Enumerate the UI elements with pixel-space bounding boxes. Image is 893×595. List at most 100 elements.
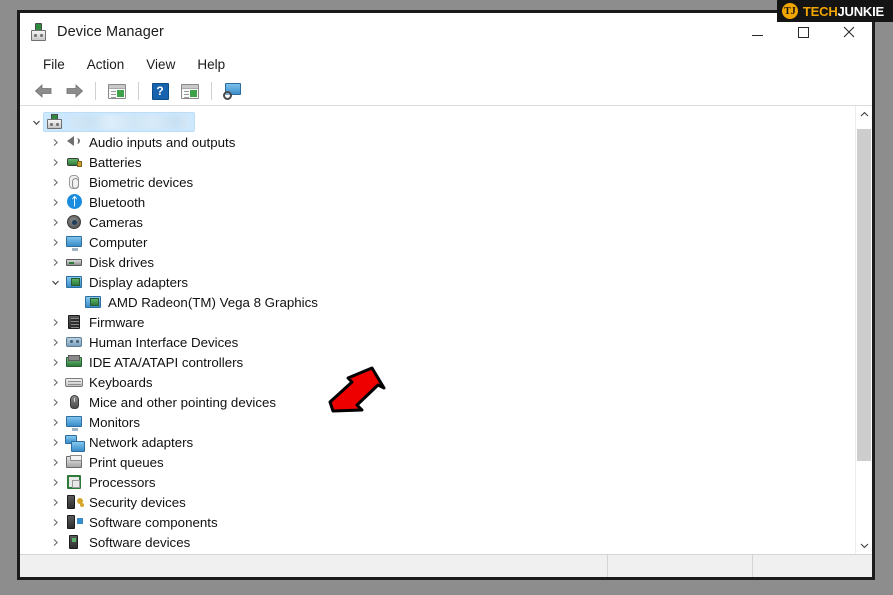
chevron-right-icon[interactable] [47,458,63,467]
tree-item-print-queues[interactable]: Print queues [20,452,855,472]
help-button[interactable]: ? [146,79,174,103]
menu-view[interactable]: View [135,54,186,75]
scrollbar-track[interactable] [856,123,872,537]
chevron-right-icon[interactable] [47,318,63,327]
chevron-right-icon[interactable] [47,378,63,387]
device-tree[interactable]: Audio inputs and outputs Batteries Biome… [20,106,855,554]
tree-item-label: Cameras [89,214,143,230]
tree-item-label: Software components [89,514,218,530]
menu-action[interactable]: Action [76,54,136,75]
chevron-right-icon[interactable] [47,498,63,507]
tree-item-bluetooth[interactable]: ᛏ Bluetooth [20,192,855,212]
tree-item-monitors[interactable]: Monitors [20,412,855,432]
tree-item-ide-ata-atapi-controllers[interactable]: IDE ATA/ATAPI controllers [20,352,855,372]
tree-item-disk-drives[interactable]: Disk drives [20,252,855,272]
tree-item-keyboards[interactable]: Keyboards [20,372,855,392]
status-message [20,555,607,577]
tree-item-biometric-devices[interactable]: Biometric devices [20,172,855,192]
back-button[interactable] [30,79,58,103]
chevron-right-icon[interactable] [47,198,63,207]
tree-item-label: Print queues [89,454,164,470]
tree-item-computer[interactable]: Computer [20,232,855,252]
tree-item-firmware[interactable]: Firmware [20,312,855,332]
monitor-icon [65,414,83,431]
tree-item-label: Audio inputs and outputs [89,134,236,150]
speaker-icon [65,134,83,150]
firmware-icon [65,314,83,330]
minimize-button[interactable] [734,13,780,51]
forward-button[interactable] [60,79,88,103]
vertical-scrollbar[interactable] [855,106,872,554]
tree-item-cameras[interactable]: Cameras [20,212,855,232]
scrollbar-thumb[interactable] [857,129,871,461]
scroll-up-button[interactable] [856,106,872,123]
status-pane-2 [607,555,752,577]
camera-icon [65,214,83,230]
menu-help[interactable]: Help [186,54,236,75]
chevron-right-icon[interactable] [47,338,63,347]
printer-icon [65,454,83,470]
tree-item-software-devices[interactable]: Software devices [20,532,855,552]
watermark-text-tech: TECH [802,3,838,19]
chevron-right-icon[interactable] [47,218,63,227]
back-arrow-icon [34,84,52,98]
software-component-icon [65,514,83,530]
chevron-down-icon[interactable] [47,278,63,287]
content-area: Audio inputs and outputs Batteries Biome… [20,106,872,554]
tree-item-partially-visible[interactable] [20,552,855,554]
tree-item-label: Batteries [89,154,142,170]
tree-item-display-adapters[interactable]: Display adapters [20,272,855,292]
toolbar-separator-3 [211,82,212,100]
tree-item-label: Biometric devices [89,174,194,190]
software-device-icon [65,534,83,550]
tree-item-processors[interactable]: Processors [20,472,855,492]
techjunkie-watermark: TJ TECH JUNKIE [776,0,893,22]
chevron-right-icon[interactable] [47,158,63,167]
security-device-icon [65,494,83,510]
fingerprint-icon [65,174,83,190]
properties-button[interactable] [103,79,131,103]
toolbar-separator-1 [95,82,96,100]
chevron-right-icon[interactable] [47,398,63,407]
keyboard-icon [65,374,83,390]
chevron-down-icon[interactable] [28,118,44,127]
display-adapter-icon [65,274,83,290]
chevron-right-icon[interactable] [47,518,63,527]
chevron-right-icon[interactable] [47,438,63,447]
chevron-right-icon[interactable] [47,178,63,187]
watermark-text-junkie: JUNKIE [837,3,885,19]
battery-icon [65,154,83,170]
tree-item-audio-inputs-and-outputs[interactable]: Audio inputs and outputs [20,132,855,152]
tree-item-amd-radeon-vega-8-graphics[interactable]: AMD Radeon(TM) Vega 8 Graphics [20,292,855,312]
scan-hardware-changes-button[interactable] [219,79,247,103]
tree-item-label: Bluetooth [89,194,146,210]
forward-arrow-icon [66,84,84,98]
tree-item-label: IDE ATA/ATAPI controllers [89,354,244,370]
tree-item-mice-and-other-pointing-devices[interactable]: Mice and other pointing devices [20,392,855,412]
tree-item-label: Keyboards [89,374,153,390]
chevron-right-icon[interactable] [47,478,63,487]
chevron-right-icon[interactable] [47,538,63,547]
tree-item-label: AMD Radeon(TM) Vega 8 Graphics [108,294,318,310]
maximize-icon [797,26,809,38]
tree-item-network-adapters[interactable]: Network adapters [20,432,855,452]
tree-item-label: Security devices [89,494,186,510]
chevron-right-icon[interactable] [47,138,63,147]
computer-root-icon [46,114,64,130]
update-driver-button[interactable] [176,79,204,103]
bluetooth-icon: ᛏ [65,194,83,210]
scroll-down-button[interactable] [856,537,872,554]
chevron-right-icon[interactable] [47,238,63,247]
chevron-right-icon[interactable] [47,358,63,367]
tree-item-software-components[interactable]: Software components [20,512,855,532]
menu-file[interactable]: File [32,54,76,75]
tree-item-human-interface-devices[interactable]: Human Interface Devices [20,332,855,352]
tree-item-security-devices[interactable]: Security devices [20,492,855,512]
tree-item-label: Firmware [89,314,145,330]
chevron-right-icon[interactable] [47,258,63,267]
tree-item-root-computer[interactable] [20,112,855,132]
hid-icon [65,334,83,350]
tree-item-batteries[interactable]: Batteries [20,152,855,172]
title-bar: Device Manager [20,13,872,51]
chevron-right-icon[interactable] [47,418,63,427]
